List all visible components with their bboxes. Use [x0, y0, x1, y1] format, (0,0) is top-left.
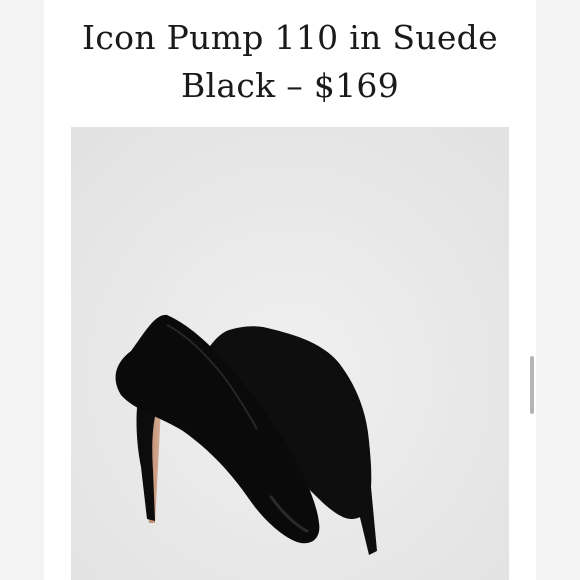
scrollbar[interactable]	[530, 356, 534, 414]
product-title: Icon Pump 110 in Suede Black – $169	[44, 14, 536, 110]
product-title-line2: Black – $169	[180, 66, 400, 105]
black-suede-pumps-icon	[71, 127, 509, 580]
product-photo	[71, 127, 509, 580]
product-page: Icon Pump 110 in Suede Black – $169	[44, 0, 536, 580]
product-title-line1: Icon Pump 110 in Suede	[82, 18, 498, 57]
